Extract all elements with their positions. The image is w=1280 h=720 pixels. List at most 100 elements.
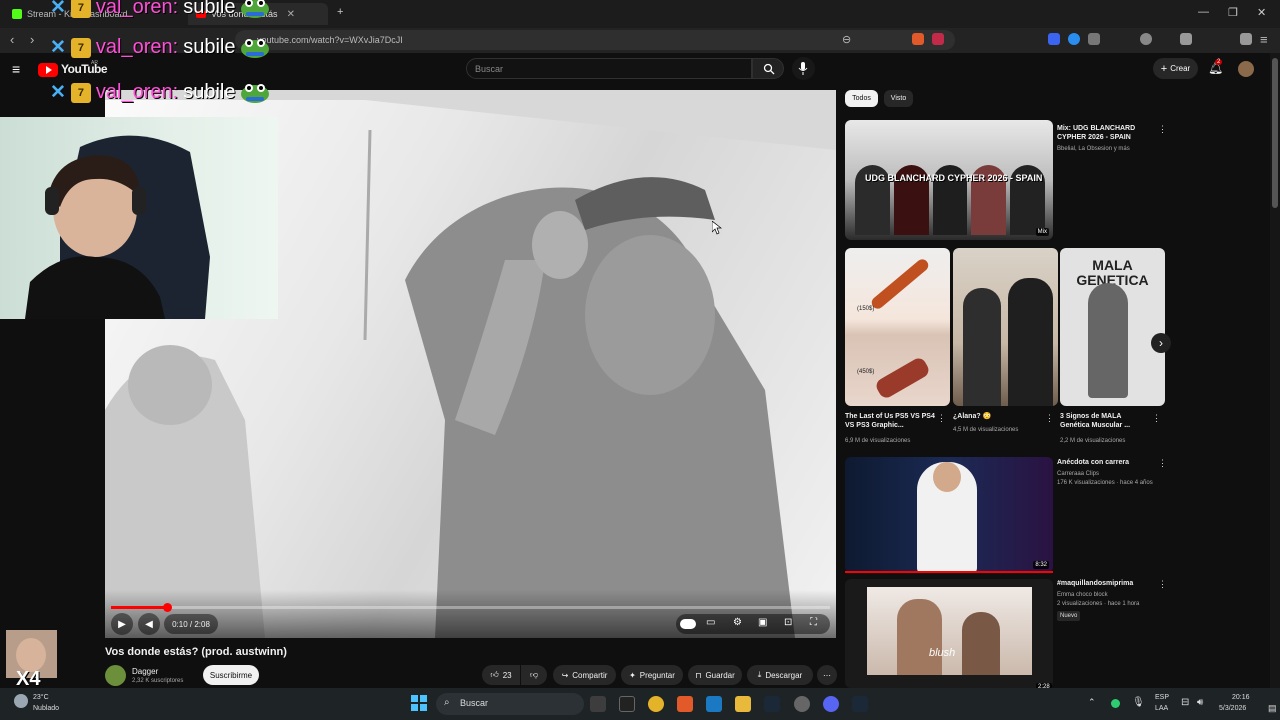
more-icon[interactable]: ⋮ [1158,458,1167,469]
create-button[interactable]: + Crear [1153,58,1198,79]
back-icon[interactable]: ‹ [10,32,14,47]
app-icon[interactable] [794,696,810,712]
channel-avatar[interactable] [105,665,126,686]
subtitles-icon[interactable]: ▭ [706,617,715,628]
frog-emote-icon [241,83,270,103]
mix-thumb-title: UDG BLANCHARD CYPHER 2026 - SPAIN [865,173,1043,183]
subscriber-count: 2,32 K suscriptores [132,678,184,684]
more-icon[interactable]: ⋮ [1045,413,1054,424]
taskbar-search[interactable]: Buscar [436,693,584,715]
cursor-icon [712,221,722,235]
volume-icon[interactable]: 🔊︎ [1197,697,1203,708]
clock-time[interactable]: 20:16 [1232,694,1250,701]
video-channel-1[interactable]: Carreraaa Clips [1057,470,1099,478]
fullscreen-icon[interactable]: ⛶ [810,617,817,628]
short-title[interactable]: The Last of Us PS5 VS PS4 VS PS3 Graphic… [845,412,935,430]
mic-icon[interactable]: 🎙︎ [1132,697,1145,708]
short-title[interactable]: 3 Signos de MALA Genética Muscular ... [1060,412,1150,430]
more-icon[interactable]: ⋮ [937,413,946,424]
extension-icon[interactable] [1068,33,1080,45]
steam-icon[interactable] [764,696,780,712]
tray-chevron-icon[interactable]: ⌃ [1088,697,1096,708]
volume-button[interactable]: ◀︎ [138,613,160,635]
windows-start-icon[interactable] [411,695,427,711]
more-icon[interactable]: ⋮ [1152,413,1161,424]
vpn-icon[interactable] [1240,33,1252,45]
autoplay-toggle[interactable] [680,619,696,629]
brave-icon[interactable] [677,696,693,712]
share-button[interactable]: ↪ Compartir [553,665,616,685]
forward-icon[interactable]: › [30,32,34,47]
short-thumbnail-3[interactable]: MALA GENETICA [1060,248,1165,406]
miniplayer-icon[interactable]: ▣ [758,617,767,628]
progress-bar[interactable] [111,606,830,609]
weather-icon[interactable] [14,694,28,708]
brave-shield-icon[interactable] [912,33,924,45]
keyboard-layout[interactable]: LAA [1155,705,1168,712]
youtube-logo-icon[interactable] [38,63,58,77]
x-emote-icon: ✕ [50,0,66,18]
subscribe-button[interactable]: Suscribirme [203,665,259,685]
sidebar-icon[interactable] [1180,33,1192,45]
ask-button[interactable]: ✦ Preguntar [621,665,683,685]
extension-icon[interactable] [1048,33,1060,45]
language-code[interactable]: ESP [1155,694,1169,701]
short-thumbnail-2[interactable] [953,248,1058,406]
network-icon[interactable]: ⊟ [1181,697,1189,708]
time-display: 0:10 / 2:08 [164,614,218,634]
clock-date[interactable]: 5/3/2026 [1219,705,1246,712]
download-button[interactable]: ⤓ Descargar [747,665,813,685]
progress-scrubber[interactable] [163,603,172,612]
close-tab-icon[interactable]: ✕ [287,9,295,20]
search-input[interactable]: Buscar [466,58,752,79]
mix-title[interactable]: Mix: UDG BLANCHARD CYPHER 2026 - SPAIN [1057,124,1153,142]
scrollbar-thumb[interactable] [1272,58,1278,208]
short-thumbnail-1[interactable]: (150$) (450$) [845,248,950,406]
chrome-icon[interactable] [648,696,664,712]
settings-icon[interactable]: ⚙ [733,617,742,628]
video-title-1[interactable]: Anécdota con carrera [1057,458,1153,467]
shorts-next-button[interactable]: › [1151,333,1171,353]
chip-todos[interactable]: Todos [845,90,878,107]
chip-visto[interactable]: Visto [884,90,913,107]
file-explorer-icon[interactable] [735,696,751,712]
more-icon[interactable]: ⋮ [1158,579,1167,590]
save-button[interactable]: ⊓ Guardar [688,665,742,685]
more-icon[interactable]: ⋮ [1158,124,1167,135]
mix-thumbnail[interactable]: UDG BLANCHARD CYPHER 2026 - SPAIN Mix [845,120,1053,240]
short-title[interactable]: ¿Alana? 😳 [953,412,1043,421]
zoom-icon[interactable]: ⊖ [842,33,851,46]
new-tab-icon[interactable]: + [337,6,343,18]
task-view-icon[interactable] [590,696,606,712]
thumbs-up-icon: 👍︎ [490,670,499,679]
puzzle-icon[interactable] [1088,33,1100,45]
thumbnail-overlay-text: blush [929,647,956,659]
like-button[interactable]: 👍︎ 23 [482,665,520,685]
close-window-icon[interactable]: ✕ [1257,6,1266,19]
notifications-icon[interactable]: ▤ [1268,703,1277,714]
store-icon[interactable] [706,696,722,712]
voice-search-button[interactable] [792,57,815,80]
hamburger-icon[interactable]: ≡ [12,61,20,77]
more-actions-button[interactable]: ⋯ [817,665,837,685]
video-channel-2[interactable]: Emma choco block [1057,591,1108,599]
status-dot-icon[interactable] [1111,699,1120,708]
youtube-logo-text[interactable]: YouTube [61,62,108,76]
brave-rewards-icon[interactable] [932,33,944,45]
minimize-icon[interactable]: — [1198,6,1209,18]
channel-name[interactable]: Dagger [132,667,158,676]
menu-icon[interactable]: ≡ [1260,32,1268,47]
video-thumbnail-2[interactable]: blush [845,579,1053,688]
video-title-2[interactable]: #maquillandosmiprima [1057,579,1153,588]
dislike-button[interactable]: 👎︎ [521,665,547,685]
epic-games-icon[interactable] [619,696,635,712]
video-thumbnail-1[interactable]: 8:32 [845,457,1053,573]
cast-icon[interactable]: ⊡ [784,617,792,628]
profile-icon[interactable] [1140,33,1152,45]
search-button[interactable] [752,58,784,79]
discord-icon[interactable] [823,696,839,712]
steam-icon[interactable] [852,696,868,712]
play-button[interactable]: ▶ [111,613,133,635]
maximize-icon[interactable]: ❐ [1228,6,1238,19]
avatar[interactable] [1238,61,1254,77]
